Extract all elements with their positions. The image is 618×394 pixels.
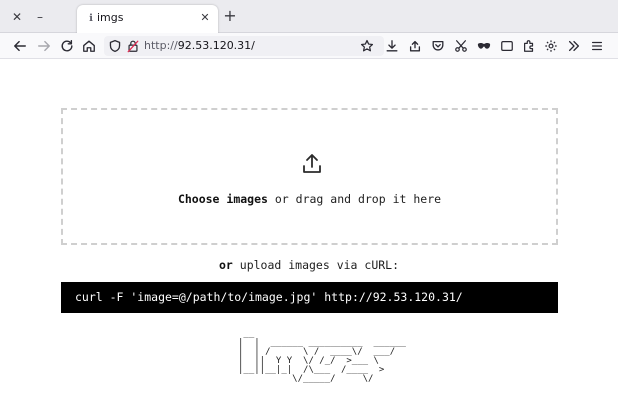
- curl-or-label: or: [218, 258, 233, 272]
- dropzone-instructions: Choose images or drag and drop it here: [63, 192, 556, 206]
- shield-icon[interactable]: [106, 37, 124, 55]
- window-close-button[interactable]: ✕: [9, 9, 25, 25]
- tab-close-button[interactable]: ✕: [198, 11, 212, 25]
- curl-heading: or upload images via cURL:: [0, 258, 618, 272]
- settings-icon[interactable]: [542, 37, 560, 55]
- image-dropzone[interactable]: Choose images or drag and drop it here: [61, 108, 558, 245]
- navigation-toolbar: http://92.53.120.31/: [0, 33, 618, 59]
- forward-icon[interactable]: [35, 37, 53, 55]
- ascii-logo: __ | | ______ __________ ______ | | / \ …: [238, 329, 406, 384]
- overflow-chevrons-icon[interactable]: [565, 37, 583, 55]
- url-scheme: http://: [144, 39, 178, 52]
- mask-icon[interactable]: [475, 37, 493, 55]
- curl-heading-text: upload images via cURL:: [232, 258, 400, 272]
- upload-icon: [300, 152, 324, 176]
- screenshot-icon[interactable]: [452, 37, 470, 55]
- insecure-lock-icon[interactable]: [124, 37, 142, 55]
- new-tab-button[interactable]: +: [222, 8, 238, 24]
- pocket-icon[interactable]: [429, 37, 447, 55]
- tab-imgs[interactable]: ℹ imgs ✕: [77, 5, 218, 33]
- bookmark-star-icon[interactable]: [358, 37, 376, 55]
- curl-command-box: curl -F 'image=@/path/to/image.jpg' http…: [61, 282, 558, 313]
- tab-title: imgs: [97, 11, 124, 24]
- curl-command: curl -F 'image=@/path/to/image.jpg' http…: [75, 290, 463, 304]
- save-to-pocket-icon[interactable]: [406, 37, 424, 55]
- page-content: Choose images or drag and drop it here o…: [0, 59, 618, 394]
- info-favicon-icon: ℹ: [89, 13, 93, 24]
- menu-icon[interactable]: [588, 37, 606, 55]
- url-bar[interactable]: http://92.53.120.31/: [104, 36, 384, 56]
- sidebar-icon[interactable]: [498, 37, 516, 55]
- dropzone-rest-text: or drag and drop it here: [267, 192, 442, 206]
- choose-images-link[interactable]: Choose images: [178, 192, 268, 206]
- back-icon[interactable]: [11, 37, 29, 55]
- home-icon[interactable]: [80, 37, 98, 55]
- window-minimize-button[interactable]: –: [32, 9, 48, 25]
- url-host: 92.53.120.31/: [177, 39, 255, 52]
- url-text: http://92.53.120.31/: [144, 39, 255, 53]
- reload-icon[interactable]: [58, 37, 76, 55]
- tab-bar: ✕ – ℹ imgs ✕ +: [0, 0, 618, 33]
- extensions-icon[interactable]: [520, 37, 538, 55]
- downloads-icon[interactable]: [383, 37, 401, 55]
